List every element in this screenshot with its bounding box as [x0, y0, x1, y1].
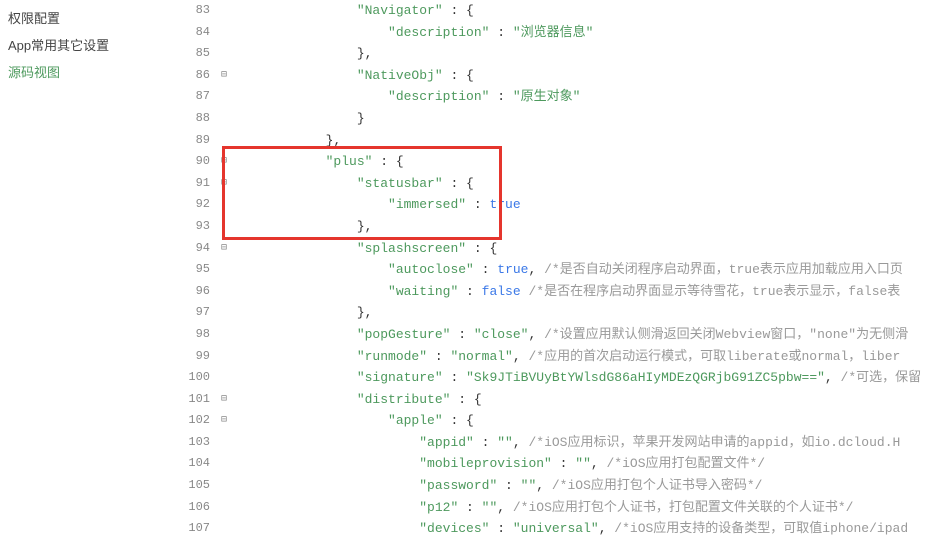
fold-toggle [216, 43, 232, 65]
fold-toggle [216, 22, 232, 44]
fold-gutter: ⊟⊟⊟⊟⊟⊟ [216, 0, 232, 540]
line-number: 95 [170, 259, 216, 281]
fold-toggle[interactable]: ⊟ [216, 389, 232, 411]
line-number: 91 [170, 173, 216, 195]
line-number: 84 [170, 22, 216, 44]
line-number: 97 [170, 302, 216, 324]
line-number: 96 [170, 281, 216, 303]
line-number: 87 [170, 86, 216, 108]
line-number: 94 [170, 238, 216, 260]
code-line[interactable]: "NativeObj" : { [232, 65, 939, 87]
code-area[interactable]: "Navigator" : { "description" : "浏览器信息" … [232, 0, 939, 540]
line-number-gutter: 8384858687888990919293949596979899100101… [170, 0, 216, 540]
fold-toggle [216, 108, 232, 130]
code-line[interactable]: "runmode" : "normal", /*应用的首次启动运行模式，可取li… [232, 346, 939, 368]
code-line[interactable]: "splashscreen" : { [232, 238, 939, 260]
code-line[interactable]: "appid" : "", /*iOS应用标识，苹果开发网站申请的appid，如… [232, 432, 939, 454]
sidebar-item-app-settings[interactable]: App常用其它设置 [0, 31, 170, 58]
line-number: 98 [170, 324, 216, 346]
code-line[interactable]: }, [232, 302, 939, 324]
fold-toggle [216, 432, 232, 454]
fold-toggle [216, 86, 232, 108]
sidebar-item-source-view[interactable]: 源码视图 [0, 58, 170, 85]
line-number: 88 [170, 108, 216, 130]
code-line[interactable]: "description" : "浏览器信息" [232, 22, 939, 44]
fold-toggle [216, 0, 232, 22]
fold-toggle [216, 216, 232, 238]
line-number: 107 [170, 518, 216, 540]
line-number: 99 [170, 346, 216, 368]
code-line[interactable]: "plus" : { [232, 151, 939, 173]
code-line[interactable]: "signature" : "Sk9JTiBVUyBtYWlsdG86aHIyM… [232, 367, 939, 389]
line-number: 103 [170, 432, 216, 454]
fold-toggle[interactable]: ⊟ [216, 410, 232, 432]
line-number: 85 [170, 43, 216, 65]
line-number: 89 [170, 130, 216, 152]
line-number: 90 [170, 151, 216, 173]
line-number: 101 [170, 389, 216, 411]
line-number: 102 [170, 410, 216, 432]
line-number: 100 [170, 367, 216, 389]
fold-toggle [216, 324, 232, 346]
line-number: 86 [170, 65, 216, 87]
fold-toggle[interactable]: ⊟ [216, 238, 232, 260]
fold-toggle [216, 281, 232, 303]
code-line[interactable]: "description" : "原生对象" [232, 86, 939, 108]
fold-toggle [216, 453, 232, 475]
code-line[interactable]: "mobileprovision" : "", /*iOS应用打包配置文件*/ [232, 453, 939, 475]
code-line[interactable]: "waiting" : false /*是否在程序启动界面显示等待雪花，true… [232, 281, 939, 303]
code-line[interactable]: "statusbar" : { [232, 173, 939, 195]
code-line[interactable]: "Navigator" : { [232, 0, 939, 22]
fold-toggle[interactable]: ⊟ [216, 65, 232, 87]
fold-toggle [216, 259, 232, 281]
code-line[interactable]: "popGesture" : "close", /*设置应用默认侧滑返回关闭We… [232, 324, 939, 346]
code-line[interactable]: }, [232, 130, 939, 152]
line-number: 92 [170, 194, 216, 216]
fold-toggle[interactable]: ⊟ [216, 151, 232, 173]
line-number: 104 [170, 453, 216, 475]
line-number: 93 [170, 216, 216, 238]
sidebar: 权限配置 App常用其它设置 源码视图 [0, 0, 170, 540]
fold-toggle [216, 346, 232, 368]
code-line[interactable]: }, [232, 216, 939, 238]
fold-toggle [216, 194, 232, 216]
fold-toggle [216, 497, 232, 519]
fold-toggle [216, 130, 232, 152]
code-line[interactable]: "distribute" : { [232, 389, 939, 411]
code-line[interactable]: "p12" : "", /*iOS应用打包个人证书，打包配置文件关联的个人证书*… [232, 497, 939, 519]
code-line[interactable]: } [232, 108, 939, 130]
code-editor[interactable]: 8384858687888990919293949596979899100101… [170, 0, 939, 540]
code-line[interactable]: "immersed" : true [232, 194, 939, 216]
fold-toggle[interactable]: ⊟ [216, 173, 232, 195]
line-number: 105 [170, 475, 216, 497]
sidebar-item-permissions[interactable]: 权限配置 [0, 4, 170, 31]
code-line[interactable]: "autoclose" : true, /*是否自动关闭程序启动界面，true表… [232, 259, 939, 281]
code-line[interactable]: }, [232, 43, 939, 65]
line-number: 83 [170, 0, 216, 22]
fold-toggle [216, 302, 232, 324]
fold-toggle [216, 518, 232, 540]
code-line[interactable]: "apple" : { [232, 410, 939, 432]
code-line[interactable]: "devices" : "universal", /*iOS应用支持的设备类型，… [232, 518, 939, 540]
fold-toggle [216, 367, 232, 389]
fold-toggle [216, 475, 232, 497]
code-line[interactable]: "password" : "", /*iOS应用打包个人证书导入密码*/ [232, 475, 939, 497]
line-number: 106 [170, 497, 216, 519]
